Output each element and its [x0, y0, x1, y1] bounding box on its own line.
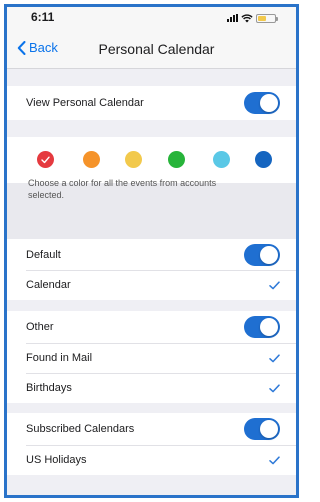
- wifi-icon: [241, 14, 253, 23]
- other-label: Other: [26, 321, 54, 333]
- view-calendar-label: View Personal Calendar: [26, 97, 144, 109]
- us-holidays-label: US Holidays: [26, 454, 87, 466]
- battery-icon: [256, 13, 278, 23]
- found-in-mail-label: Found in Mail: [26, 352, 93, 364]
- status-bar: 6:11: [7, 7, 296, 31]
- birthdays-row[interactable]: Birthdays: [7, 373, 296, 403]
- status-icons: [227, 12, 278, 24]
- checkmark-icon: [269, 383, 280, 392]
- screen-frame: 6:11 Back Personal Calendar View Persona…: [4, 4, 299, 498]
- other-section-header: Other: [7, 311, 296, 343]
- cellular-signal-icon: [227, 14, 238, 22]
- subscribed-label: Subscribed Calendars: [26, 423, 135, 435]
- color-option-light-blue[interactable]: [213, 151, 230, 168]
- navigation-bar: Back Personal Calendar: [7, 31, 296, 69]
- color-option-yellow[interactable]: [125, 151, 142, 168]
- birthdays-label: Birthdays: [26, 382, 72, 394]
- checkmark-icon: [269, 455, 280, 464]
- calendar-label: Calendar: [26, 279, 71, 291]
- status-time: 6:11: [31, 10, 55, 24]
- color-option-red[interactable]: [37, 151, 54, 168]
- checkmark-icon: [269, 353, 280, 362]
- other-toggle[interactable]: [244, 316, 280, 338]
- found-in-mail-row[interactable]: Found in Mail: [7, 343, 296, 373]
- view-calendar-row: View Personal Calendar: [7, 86, 296, 120]
- color-option-orange[interactable]: [83, 151, 100, 168]
- default-toggle[interactable]: [244, 243, 280, 266]
- view-calendar-toggle[interactable]: [244, 92, 280, 114]
- checkmark-icon: [41, 156, 50, 163]
- color-option-green[interactable]: [168, 151, 185, 168]
- subscribed-section-header: Subscribed Calendars: [7, 413, 296, 445]
- color-hint-text: Choose a color for all the events from a…: [28, 178, 217, 200]
- us-holidays-row[interactable]: US Holidays: [7, 445, 296, 475]
- subscribed-toggle[interactable]: [244, 418, 280, 440]
- default-label: Default: [26, 248, 61, 261]
- default-section-header: Default: [7, 239, 296, 270]
- calendar-row[interactable]: Calendar: [7, 270, 296, 300]
- color-option-blue[interactable]: [255, 151, 272, 168]
- page-title: Personal Calendar: [98, 41, 215, 57]
- checkmark-icon: [269, 280, 280, 289]
